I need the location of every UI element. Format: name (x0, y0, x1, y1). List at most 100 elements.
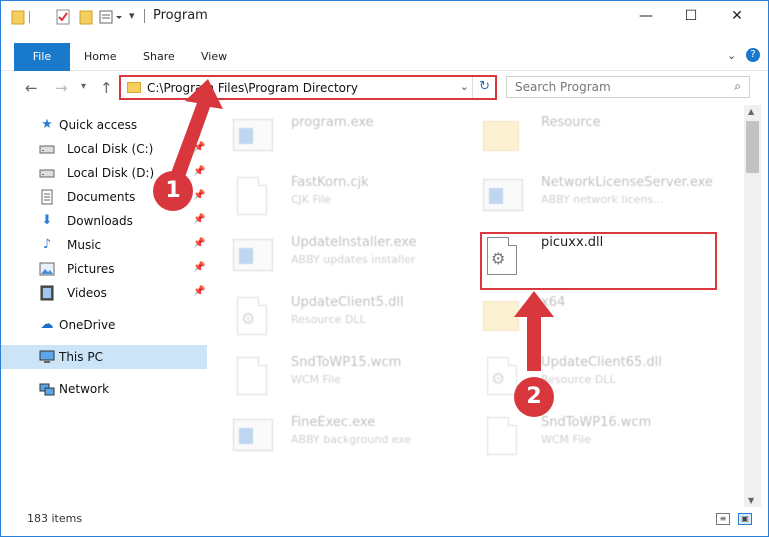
sidebar-item-onedrive[interactable]: ☁ OneDrive (1, 313, 207, 337)
title-divider (144, 9, 145, 23)
tab-file[interactable]: File (14, 43, 70, 71)
up-arrow-icon[interactable]: ↑ (100, 79, 113, 97)
navigation-pane: ★ Quick access Local Disk (C:) 📌 Local D… (1, 109, 209, 507)
file-icon (483, 415, 523, 459)
ribbon-tabs: File Home Share View ⌄ ? (1, 43, 768, 71)
sidebar-item-label: Pictures (67, 262, 115, 276)
customize-qa-icon[interactable] (99, 9, 125, 25)
file-name: UpdateClient5.dll (291, 295, 404, 310)
minimize-button[interactable]: — (623, 1, 669, 31)
address-bar[interactable]: C:\Program Files\Program Directory ⌄ ↻ (119, 75, 497, 100)
file-desc: Resource DLL (291, 313, 366, 326)
scroll-down-icon[interactable]: ▼ (748, 496, 754, 505)
exe-icon (233, 115, 273, 159)
folder-icon[interactable] (11, 9, 25, 25)
file-name: x64 (541, 295, 566, 310)
folder-icon (127, 82, 141, 93)
chevron-down-icon[interactable]: ⌄ (460, 80, 469, 93)
file-item[interactable]: SndToWP16.wcm WCM File (463, 409, 703, 465)
file-name: FineExec.exe (291, 415, 376, 430)
pin-icon[interactable]: 📌 (193, 190, 205, 201)
file-item[interactable]: SndToWP15.wcm WCM File (213, 349, 453, 405)
scrollbar-thumb[interactable] (746, 121, 759, 173)
file-item[interactable]: UpdateInstaller.exe ABBY updates install… (213, 229, 453, 285)
dll-icon: ⚙ (233, 295, 273, 339)
sidebar-item-label: This PC (59, 350, 103, 364)
back-arrow-icon[interactable]: ← (25, 79, 38, 97)
sidebar-item-quick-access[interactable]: ★ Quick access (1, 113, 207, 137)
close-button[interactable]: ✕ (714, 1, 760, 31)
properties-icon[interactable] (56, 9, 70, 25)
file-name: SndToWP15.wcm (291, 355, 402, 370)
file-icon (233, 355, 273, 399)
file-name: program.exe (291, 115, 374, 130)
file-item[interactable]: ⚙ UpdateClient65.dll Resource DLL (463, 349, 703, 405)
large-icons-view-icon[interactable]: ▣ (738, 513, 752, 525)
pin-icon[interactable]: 📌 (193, 166, 205, 177)
sidebar-item-label: Downloads (67, 214, 133, 228)
file-desc: ABBY background exe (291, 433, 412, 446)
sidebar-item-label: Documents (67, 190, 136, 204)
file-desc: ABBY network licens... (541, 193, 664, 206)
sidebar-item-label: Quick access (59, 118, 138, 132)
folder-icon (483, 115, 523, 159)
network-icon (39, 381, 55, 397)
pin-icon[interactable]: 📌 (193, 262, 205, 273)
drive-icon (39, 141, 55, 157)
sidebar-item-local-disk-c[interactable]: Local Disk (C:) 📌 (1, 137, 207, 161)
file-desc: Resource DLL (541, 373, 616, 386)
file-desc: WCM File (291, 373, 341, 386)
pin-icon[interactable]: 📌 (193, 214, 205, 225)
file-item[interactable]: program.exe (213, 109, 453, 165)
window-title: Program (153, 8, 208, 23)
step-badge-1: 1 (153, 171, 193, 211)
step-badge-2: 2 (514, 377, 554, 417)
sidebar-item-network[interactable]: Network (1, 377, 207, 401)
file-name: UpdateClient65.dll (541, 355, 662, 370)
file-name: Resource (541, 115, 601, 130)
maximize-button[interactable]: ☐ (668, 1, 714, 31)
file-name: UpdateInstaller.exe (291, 235, 417, 250)
tab-home[interactable]: Home (84, 43, 116, 71)
file-name: SndToWP16.wcm (541, 415, 652, 430)
sidebar-item-pictures[interactable]: Pictures 📌 (1, 257, 207, 281)
scroll-up-icon[interactable]: ▲ (748, 107, 754, 116)
new-folder-icon[interactable] (79, 9, 93, 25)
file-item[interactable]: NetworkLicenseServer.exe ABBY network li… (463, 169, 713, 225)
search-input[interactable]: Search Program ⌕ (506, 76, 750, 98)
help-icon[interactable]: ? (746, 48, 760, 62)
recent-locations-icon[interactable]: ▾ (81, 81, 86, 92)
pin-icon[interactable]: 📌 (193, 286, 205, 297)
folder-icon (483, 295, 523, 339)
file-item[interactable]: Resource (463, 109, 703, 165)
file-item[interactable]: FineExec.exe ABBY background exe (213, 409, 453, 465)
vertical-scrollbar[interactable]: ▲ ▼ (744, 105, 761, 507)
drive-icon (39, 165, 55, 181)
tab-share[interactable]: Share (143, 43, 175, 71)
file-item[interactable]: FastKorn.cjk CJK File (213, 169, 453, 225)
sidebar-item-label: Local Disk (D:) (67, 166, 155, 180)
search-icon[interactable]: ⌕ (734, 79, 741, 94)
pin-icon[interactable]: 📌 (193, 142, 205, 153)
file-item[interactable]: ⚙ UpdateClient5.dll Resource DLL (213, 289, 453, 345)
pin-icon[interactable]: 📌 (193, 238, 205, 249)
sidebar-item-videos[interactable]: Videos 📌 (1, 281, 207, 305)
details-view-icon[interactable]: ≡ (716, 513, 730, 525)
videos-icon (39, 285, 55, 301)
address-path[interactable]: C:\Program Files\Program Directory (147, 81, 358, 95)
sidebar-item-downloads[interactable]: ⬇ Downloads 📌 (1, 209, 207, 233)
sidebar-item-label: OneDrive (59, 318, 116, 332)
title-bar: ▾ Program — ☐ ✕ (1, 1, 768, 31)
expand-ribbon-icon[interactable]: ⌄ (727, 49, 736, 62)
exe-icon (483, 175, 523, 219)
pictures-icon (39, 261, 55, 277)
exe-icon (233, 235, 273, 279)
forward-arrow-icon[interactable]: → (55, 79, 68, 97)
file-item[interactable]: x64 (463, 289, 703, 345)
tab-view[interactable]: View (201, 43, 227, 71)
sidebar-item-this-pc[interactable]: This PC (1, 345, 207, 369)
refresh-icon[interactable]: ↻ (479, 79, 490, 94)
sidebar-item-music[interactable]: ♪ Music 📌 (1, 233, 207, 257)
explorer-window: ▾ Program — ☐ ✕ File Home Share View ⌄ ?… (0, 0, 769, 537)
qa-dropdown-icon[interactable]: ▾ (129, 9, 135, 25)
